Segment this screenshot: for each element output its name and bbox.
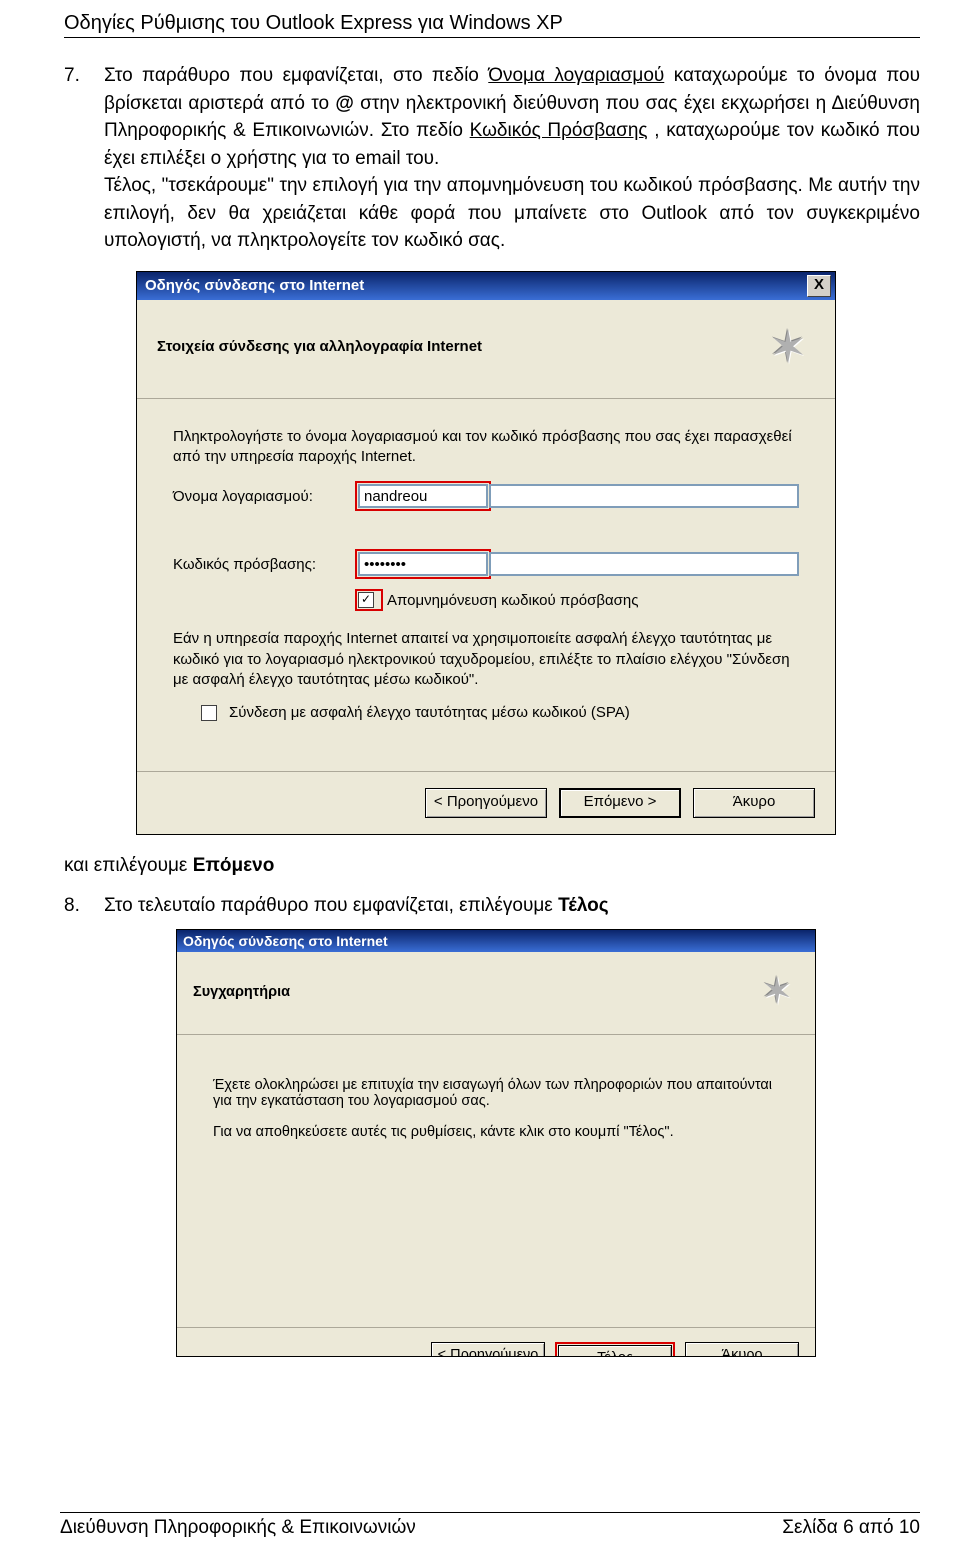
back-button-2[interactable]: < Προηγούμενο xyxy=(431,1342,545,1357)
account-label: Όνομα λογαριασμού: xyxy=(173,488,355,505)
at-sign: @ xyxy=(335,93,354,114)
finish-bold: Τέλος xyxy=(558,895,609,916)
back-button[interactable]: < Προηγούμενο xyxy=(425,788,547,818)
dialog-body: Πληκτρολογήστε το όνομα λογαριασμού και … xyxy=(137,399,835,771)
remember-row: ✓ Απομνημόνευση κωδικού πρόσβασης xyxy=(355,589,799,611)
after-dialog-line: και επιλέγουμε Επόμενο xyxy=(64,855,920,877)
top-rule xyxy=(64,37,920,38)
wizard-star-icon xyxy=(755,970,799,1014)
dialog2-header: Συγχαρητήρια xyxy=(177,952,815,1035)
spa-row: Σύνδεση με ασφαλή έλεγχο ταυτότητας μέσω… xyxy=(201,704,799,721)
wizard-dialog-logon: Οδηγός σύνδεσης στο Internet X Στοιχεία … xyxy=(136,271,836,835)
remember-label: Απομνημόνευση κωδικού πρόσβασης xyxy=(387,592,638,609)
dialog-buttons: < Προηγούμενο Επόμενο > Άκυρο xyxy=(137,771,835,834)
remember-checkbox[interactable]: ✓ xyxy=(358,592,374,608)
account-underline: Όνομα λογαριασμού xyxy=(488,65,664,86)
password-label: Κωδικός πρόσβασης: xyxy=(173,556,355,573)
titlebar-2: Οδηγός σύνδεσης στο Internet xyxy=(177,930,815,952)
dialog-instructions: Πληκτρολογήστε το όνομα λογαριασμού και … xyxy=(173,427,799,468)
step-7: 7. Στο παράθυρο που εμφανίζεται, στο πεδ… xyxy=(64,62,920,255)
next-button[interactable]: Επόμενο > xyxy=(559,788,681,818)
account-row: Όνομα λογαριασμού: nandreou xyxy=(173,481,799,511)
remember-highlight: ✓ xyxy=(355,589,383,611)
step-8-number: 8. xyxy=(64,895,104,917)
step-8-text: Στο τελευταίο παράθυρο που εμφανίζεται, … xyxy=(104,895,920,917)
password-input[interactable]: •••••••• xyxy=(358,552,488,576)
password-underline: Κωδικός Πρόσβασης xyxy=(470,120,648,141)
spa-checkbox[interactable] xyxy=(201,705,217,721)
password-highlight: •••••••• xyxy=(355,549,491,579)
dialog2-body: Έχετε ολοκληρώσει με επιτυχία την εισαγω… xyxy=(177,1035,815,1327)
wizard-dialog-finish: Οδηγός σύνδεσης στο Internet Συγχαρητήρι… xyxy=(176,929,816,1357)
cancel-button-2[interactable]: Άκυρο xyxy=(685,1342,799,1357)
dialog2-title: Οδηγός σύνδεσης στο Internet xyxy=(183,933,388,949)
spa-label: Σύνδεση με ασφαλή έλεγχο ταυτότητας μέσω… xyxy=(229,704,630,721)
titlebar: Οδηγός σύνδεσης στο Internet X xyxy=(137,272,835,300)
next-bold: Επόμενο xyxy=(193,855,275,876)
password-row: Κωδικός πρόσβασης: •••••••• xyxy=(173,549,799,579)
close-icon[interactable]: X xyxy=(807,275,831,297)
footer-right: Σελίδα 6 από 10 xyxy=(782,1517,920,1539)
account-input[interactable]: nandreou xyxy=(358,484,488,508)
finish-button[interactable]: Τέλος xyxy=(558,1345,672,1357)
t: Στο παράθυρο που εμφανίζεται, στο πεδίο xyxy=(104,65,488,86)
dialog-header-text: Στοιχεία σύνδεσης για αλληλογραφία Inter… xyxy=(157,338,761,355)
cancel-button[interactable]: Άκυρο xyxy=(693,788,815,818)
dialog2-header-text: Συγχαρητήρια xyxy=(193,984,755,1000)
password-input-rest[interactable] xyxy=(489,552,799,576)
page-footer: Διεύθυνση Πληροφορικής & Επικοινωνιών Σε… xyxy=(60,1512,920,1539)
t: Στο τελευταίο παράθυρο που εμφανίζεται, … xyxy=(104,895,558,916)
t: και επιλέγουμε xyxy=(64,855,193,876)
dialog2-buttons: < Προηγούμενο Τέλος Άκυρο xyxy=(177,1327,815,1357)
dialog-title: Οδηγός σύνδεσης στο Internet xyxy=(145,277,807,294)
step-8: 8. Στο τελευταίο παράθυρο που εμφανίζετα… xyxy=(64,895,920,917)
wizard-star-icon xyxy=(761,320,815,374)
dialog-header: Στοιχεία σύνδεσης για αλληλογραφία Inter… xyxy=(137,300,835,399)
footer-left: Διεύθυνση Πληροφορικής & Επικοινωνιών xyxy=(60,1517,416,1539)
doc-title: Οδηγίες Ρύθμισης του Outlook Express για… xyxy=(64,12,920,35)
spa-paragraph: Εάν η υπηρεσία παροχής Internet απαιτεί … xyxy=(173,629,799,690)
dialog2-text2: Για να αποθηκεύσετε αυτές τις ρυθμίσεις,… xyxy=(213,1124,779,1140)
dialog2-text1: Έχετε ολοκληρώσει με επιτυχία την εισαγω… xyxy=(213,1077,779,1109)
account-highlight: nandreou xyxy=(355,481,491,511)
step-7-text: Στο παράθυρο που εμφανίζεται, στο πεδίο … xyxy=(104,62,920,255)
account-input-rest[interactable] xyxy=(489,484,799,508)
step-7-number: 7. xyxy=(64,62,104,90)
t: Τέλος, "τσεκάρουμε" την επιλογή για την … xyxy=(104,175,920,251)
finish-highlight: Τέλος xyxy=(555,1342,675,1357)
